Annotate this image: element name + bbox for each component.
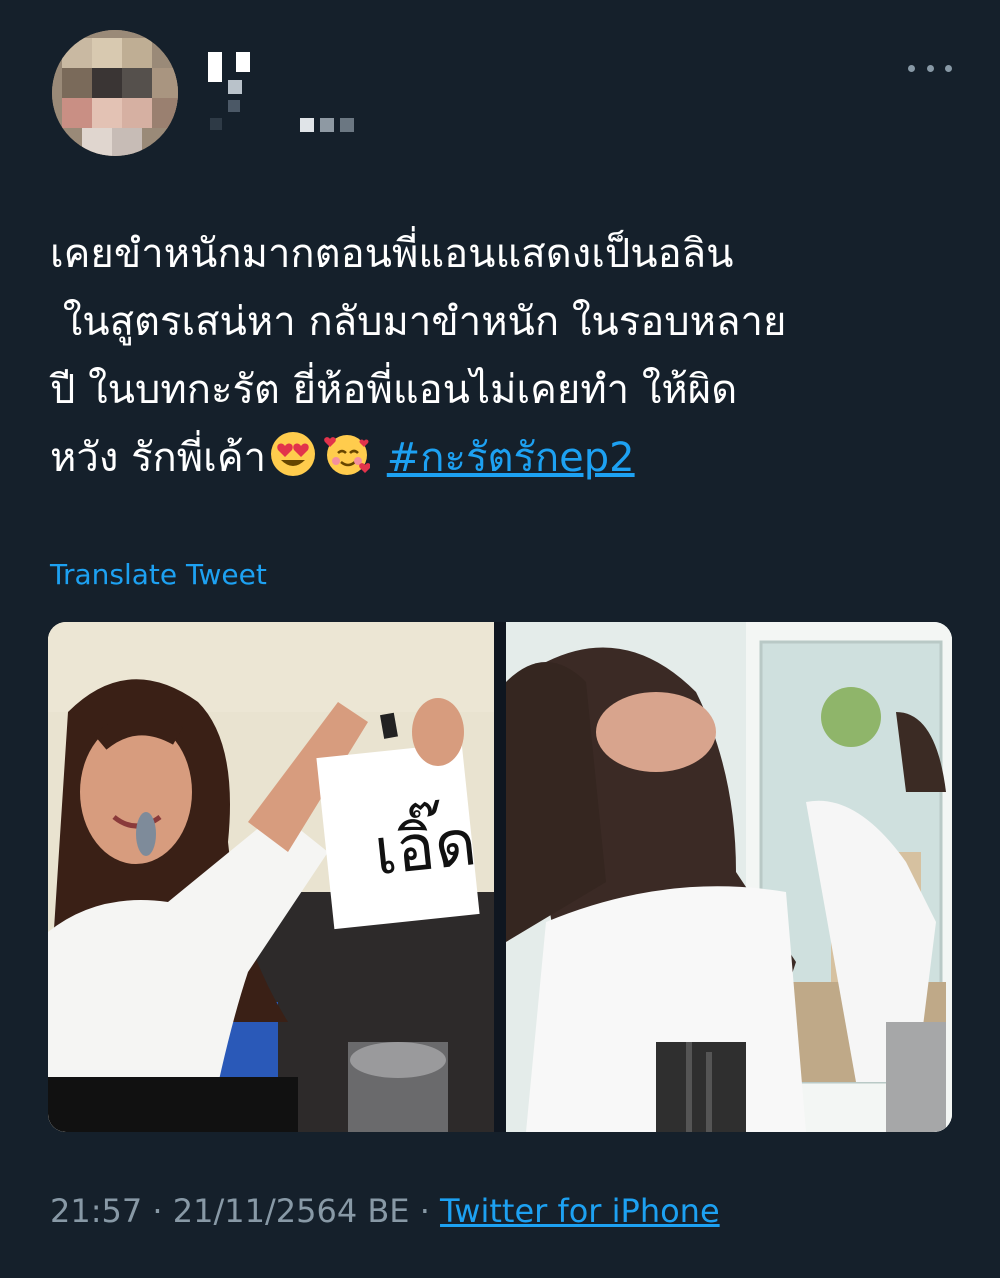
photo-left[interactable]: เอิ๊ด <box>48 622 494 1132</box>
translate-tweet-link[interactable]: Translate Tweet <box>50 558 267 591</box>
avatar-pixel <box>152 68 178 98</box>
tweet-media: เอิ๊ด <box>48 622 952 1132</box>
avatar-pixel <box>92 68 122 98</box>
tweet-text: เคยขำหนักมากตอนพี่แอนแสดงเป็นอลิน ในสูตร… <box>50 220 950 492</box>
redacted-pixel <box>210 118 222 130</box>
tweet-text-line: หวัง รักพี่เค้า <box>50 435 267 481</box>
avatar-pixel <box>82 128 112 156</box>
photo-right-illustration <box>506 622 952 1132</box>
redacted-pixel <box>228 80 242 94</box>
source-link[interactable]: Twitter for iPhone <box>440 1192 720 1230</box>
avatar-pixel <box>122 38 152 68</box>
photo-right[interactable] <box>506 622 952 1132</box>
avatar-pixel <box>62 98 92 128</box>
avatar-pixel <box>152 98 178 128</box>
tweet-text-line: เคยขำหนักมากตอนพี่แอนแสดงเป็นอลิน <box>50 231 734 277</box>
redacted-pixel <box>320 118 334 132</box>
redacted-pixel <box>300 118 314 132</box>
avatar-pixel <box>122 98 152 128</box>
avatar-pixel <box>62 68 92 98</box>
tweet-text-line: ในสูตรเสน่หา กลับมาขำหนัก ในรอบหลาย <box>50 299 787 345</box>
avatar[interactable] <box>52 30 178 156</box>
smiling-face-with-hearts-icon <box>324 435 371 475</box>
timestamp[interactable]: 21:57 · 21/11/2564 BE · <box>50 1192 440 1230</box>
tweet-text-line: ปี ในบทกะรัต ยี่ห้อพี่แอนไม่เคยทำ ให้ผิด <box>50 367 738 413</box>
avatar-pixel <box>92 98 122 128</box>
dot <box>945 64 952 72</box>
redacted-pixel <box>340 118 354 132</box>
more-options-icon[interactable] <box>908 54 952 82</box>
tweet-text-line-last: หวัง รักพี่เค้า #กะรัตรักep2 <box>50 424 950 492</box>
avatar-pixel <box>62 38 92 68</box>
redacted-pixel <box>228 100 240 112</box>
redacted-account-name[interactable] <box>200 40 360 140</box>
avatar-pixel <box>112 128 142 156</box>
hashtag-link[interactable]: #กะรัตรักep2 <box>387 435 635 481</box>
avatar-pixel <box>122 68 152 98</box>
redacted-pixel <box>236 52 250 72</box>
dot <box>908 64 915 72</box>
redacted-pixel <box>208 52 222 82</box>
heart-eyes-emoji-icon <box>271 432 316 476</box>
dot <box>926 64 934 72</box>
tweet-meta: 21:57 · 21/11/2564 BE · Twitter for iPho… <box>50 1192 720 1230</box>
photo-left-illustration: เอิ๊ด <box>48 622 494 1132</box>
avatar-pixel <box>92 38 122 68</box>
